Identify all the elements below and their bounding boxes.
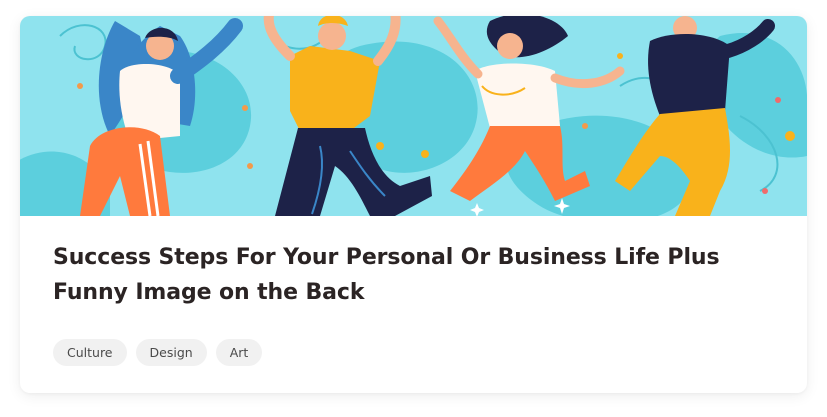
article-card[interactable]: Success Steps For Your Personal Or Busin… — [20, 16, 807, 393]
tag-culture[interactable]: Culture — [53, 339, 127, 366]
dancing-people-illustration — [20, 16, 807, 216]
tag-design[interactable]: Design — [135, 339, 207, 366]
tag-art[interactable]: Art — [215, 339, 263, 366]
article-title[interactable]: Success Steps For Your Personal Or Busin… — [53, 240, 793, 310]
tag-list: Culture Design Art — [53, 339, 263, 366]
article-hero-image[interactable] — [20, 16, 807, 216]
